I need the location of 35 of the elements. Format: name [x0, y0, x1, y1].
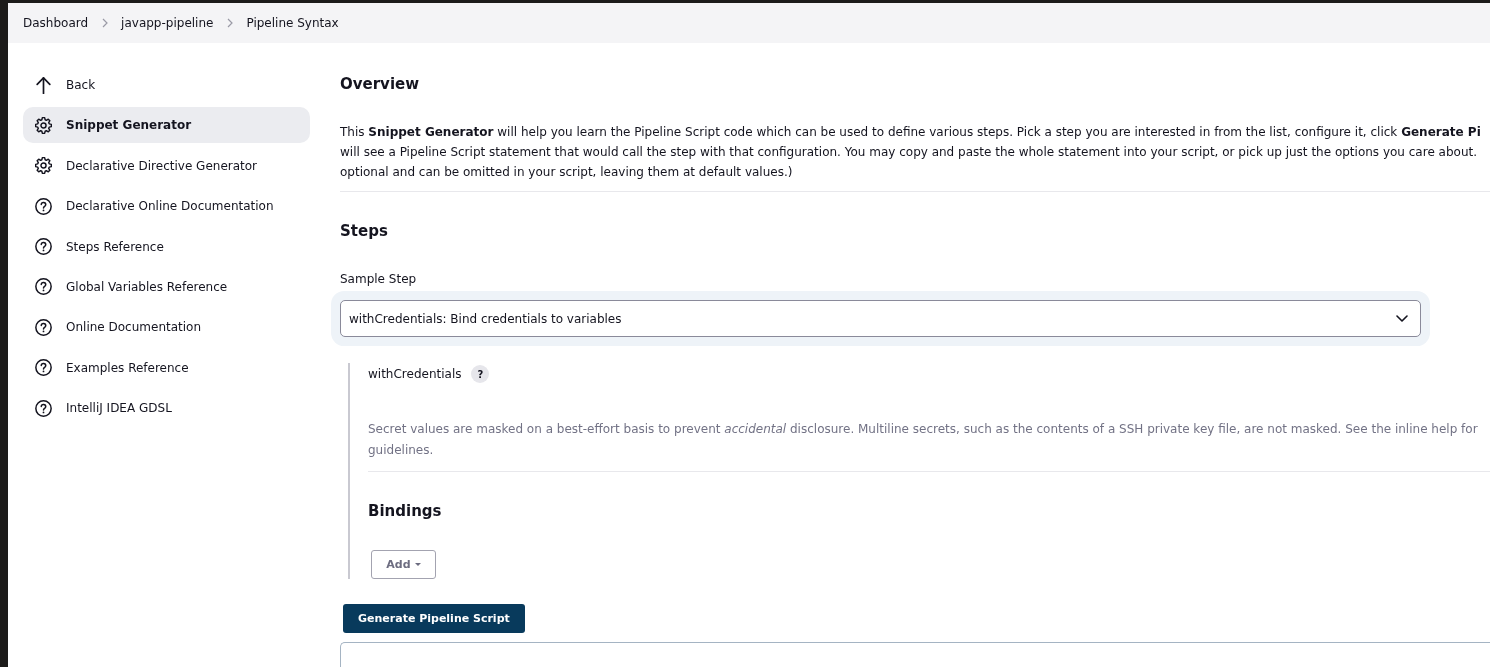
- secret-masking-note: Secret values are masked on a best-effort basis to prevent accidental disclosure. Multiline secrets, such as the contents of a SSH private key file, are not masked. See the inline help for guidelines.: [368, 421, 1479, 459]
- step-name: withCredentials: [368, 367, 462, 381]
- help-icon: [35, 359, 52, 377]
- sidebar-item[interactable]: Back: [23, 67, 310, 103]
- breadcrumb-link[interactable]: Dashboard: [23, 16, 89, 30]
- sidebar-item[interactable]: Steps Reference: [23, 228, 310, 265]
- add-dropdown-button[interactable]: Add: [371, 550, 436, 579]
- help-icon: [35, 318, 52, 336]
- help-icon: [35, 399, 52, 417]
- help-icon: [35, 278, 52, 296]
- sidebar-item[interactable]: Online Documentation: [23, 309, 310, 346]
- sidebar-item[interactable]: Snippet Generator: [23, 107, 310, 144]
- generate-script-button[interactable]: Generate Pipeline Script: [343, 604, 525, 633]
- chevron-right-icon: [102, 18, 109, 28]
- sidebar-item[interactable]: IntelliJ IDEA GDSL: [23, 390, 310, 427]
- breadcrumb-link[interactable]: javapp-pipeline: [121, 16, 214, 30]
- settings-icon: [35, 116, 52, 134]
- steps-heading: Steps: [340, 221, 389, 241]
- up-arrow-icon: [35, 76, 52, 94]
- help-icon: [35, 197, 52, 215]
- bindings-heading: Bindings: [368, 501, 443, 521]
- breadcrumb-link[interactable]: Pipeline Syntax: [246, 16, 339, 30]
- overview-heading: Overview: [340, 74, 421, 94]
- sidebar-item[interactable]: Declarative Online Documentation: [23, 188, 310, 225]
- chevron-right-icon: [227, 18, 234, 28]
- sidebar-item[interactable]: Global Variables Reference: [23, 268, 310, 305]
- settings-icon: [35, 157, 52, 175]
- caret-down-icon: [414, 563, 421, 566]
- sidebar-item[interactable]: Examples Reference: [23, 349, 310, 386]
- overview-paragraph: This Snippet Generator will help you learn the Pipeline Script code which can be used to define various steps. Pick a step you are interested in from the list, configure it, click Generate Pi will see a Pipeline Script statement that would call the step with that configuration. You may copy and paste the whole statement into your script, or pick up just the options you care about. optional and can be omitted in your script, leaving them at default values.): [340, 124, 1482, 181]
- chevron-down-icon: [1396, 315, 1408, 322]
- help-button[interactable]: ?: [471, 365, 490, 383]
- field-label: Sample Step: [340, 271, 418, 288]
- help-icon: [35, 238, 52, 256]
- sidebar-item[interactable]: Declarative Directive Generator: [23, 147, 310, 184]
